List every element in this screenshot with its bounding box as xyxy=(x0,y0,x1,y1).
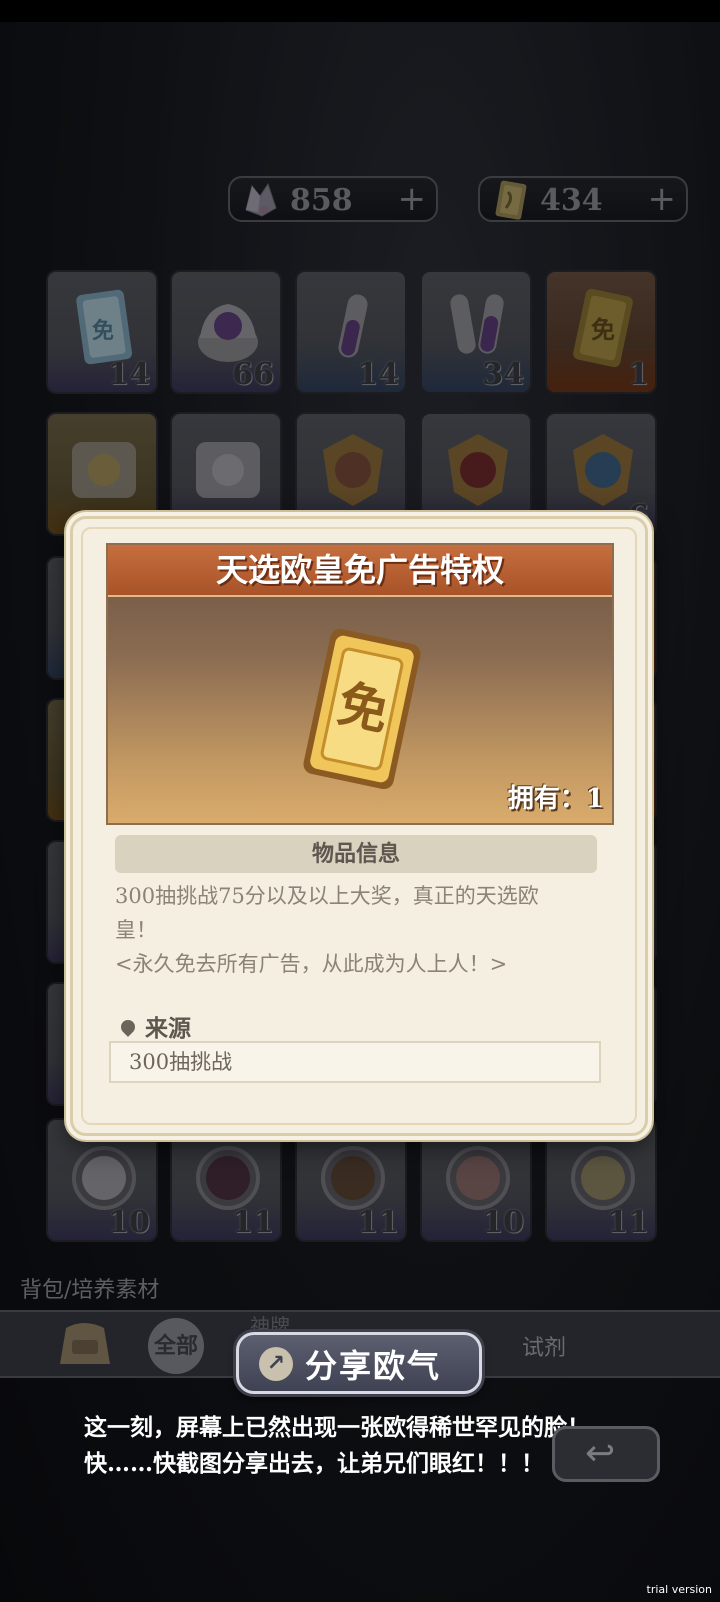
description-line-3: <永久免去所有广告，从此成为人上人！> xyxy=(115,952,508,976)
watermark: trial version xyxy=(646,1583,712,1596)
share-button[interactable]: ↗ 分享欧气 xyxy=(236,1332,482,1394)
owned-count: 拥有：1 xyxy=(507,784,604,814)
source-entry[interactable]: 300抽挑战 xyxy=(109,1041,601,1083)
caption-line-2: 快……快截图分享出去，让弟兄们眼红！！！ xyxy=(84,1450,544,1477)
section-label: 背包/培养素材 xyxy=(20,1278,160,1303)
tab-all[interactable]: 全部 xyxy=(148,1318,204,1374)
back-button[interactable]: ↩ xyxy=(552,1426,660,1482)
back-arrow-icon: ↩ xyxy=(585,1433,616,1474)
share-button-label: 分享欧气 xyxy=(305,1347,442,1385)
description-line-2: 皇！ xyxy=(115,918,157,942)
location-pin-icon xyxy=(118,1017,138,1037)
item-hero-banner: 天选欧皇免广告特权 免 拥有：1 xyxy=(106,543,614,825)
status-bar xyxy=(0,0,720,22)
description-line-1: 300抽挑战75分以及以上大奖，真正的天选欧 xyxy=(115,884,539,908)
share-icon: ↗ xyxy=(259,1347,293,1381)
tab-reagent[interactable]: 试剂 xyxy=(522,1330,566,1362)
item-description: 300抽挑战75分以及以上大奖，真正的天选欧 皇！ <永久免去所有广告，从此成为… xyxy=(115,879,595,981)
caption-line-1: 这一刻，屏幕上已然出现一张欧得稀世罕见的脸！ xyxy=(84,1414,590,1441)
source-label: 来源 xyxy=(118,1009,191,1043)
gold-ad-free-ticket-icon: 免 xyxy=(303,629,421,789)
share-caption: 这一刻，屏幕上已然出现一张欧得稀世罕见的脸！ 快……快截图分享出去，让弟兄们眼红… xyxy=(84,1410,590,1482)
popup-title: 天选欧皇免广告特权 xyxy=(108,545,612,597)
info-section-header: 物品信息 xyxy=(115,835,597,873)
item-detail-popup: 天选欧皇免广告特权 免 拥有：1 物品信息 300抽挑战75分以及以上大奖，真正… xyxy=(70,516,648,1136)
source-label-text: 来源 xyxy=(145,1015,191,1042)
backpack-icon xyxy=(60,1323,110,1364)
